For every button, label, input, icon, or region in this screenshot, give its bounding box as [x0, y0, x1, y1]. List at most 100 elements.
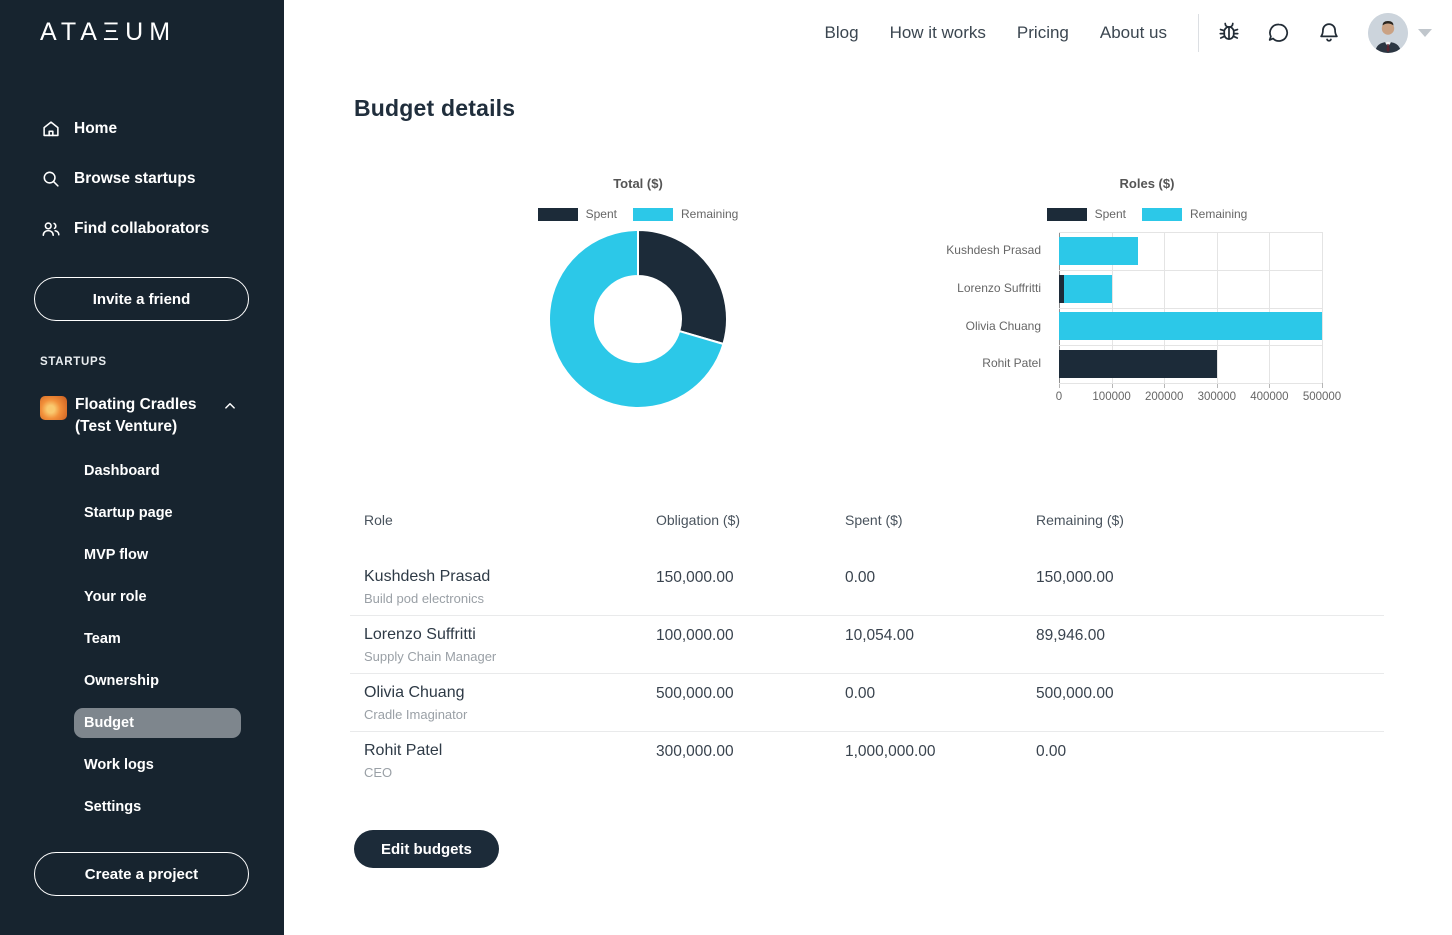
remaining-value: 500,000.00 [1036, 685, 1114, 702]
spent-swatch [1046, 207, 1087, 221]
spent-value: 0.00 [845, 569, 876, 586]
startup-logo [40, 396, 67, 420]
role-cell: Lorenzo Suffritti Supply Chain Manager [364, 625, 656, 664]
startups-section-label: STARTUPS [40, 356, 107, 368]
startup-name-line2: (Test Venture) [75, 418, 178, 435]
budget-table: Role Obligation ($) Spent ($) Remaining … [350, 502, 1384, 789]
sidebar-item-browse-startups[interactable]: Browse startups [0, 154, 284, 204]
total-chart-title: Total ($) [613, 176, 663, 191]
member-name: Olivia Chuang [364, 684, 465, 701]
roles-chart: Roles ($) Spent Remaining Kushdesh Prasa… [887, 165, 1407, 465]
bar-remaining [1059, 236, 1138, 265]
create-a-project-button[interactable]: Create a project [34, 852, 249, 896]
sidebar-item-home[interactable]: Home [0, 104, 284, 154]
remaining-value: 0.00 [1036, 743, 1067, 760]
category-label: Kushdesh Prasad [946, 243, 1041, 257]
spent-value: 1,000,000.00 [845, 743, 936, 760]
topbar: Blog How it works Pricing About us [284, 0, 1452, 66]
member-name: Rohit Patel [364, 742, 443, 759]
legend-label: Remaining [1189, 207, 1248, 221]
member-role: Supply Chain Manager [364, 649, 497, 664]
sidebar-item-mvp-flow[interactable]: MVP flow [74, 540, 241, 570]
user-avatar[interactable] [1368, 13, 1408, 53]
obligation-value: 150,000.00 [656, 569, 734, 586]
sidebar-item-label: Home [74, 120, 118, 137]
page-title: Budget details [354, 95, 516, 121]
bar-remaining [1059, 312, 1322, 341]
sidebar-item-find-collaborators[interactable]: Find collaborators [0, 204, 284, 254]
col-header-remaining: Remaining ($) [1036, 512, 1124, 528]
sidebar-item-work-logs[interactable]: Work logs [74, 750, 241, 780]
account-caret-down-icon[interactable] [1418, 29, 1432, 37]
obligation-value: 300,000.00 [656, 743, 734, 760]
legend-entry-remaining: Remaining [632, 207, 739, 221]
sidebar: ATAΞUM Home Browse startups Find collabo… [0, 0, 284, 935]
remaining-value: 89,946.00 [1036, 627, 1105, 644]
ataeum-logo[interactable]: ATAΞUM [40, 18, 176, 47]
gridline [1059, 307, 1322, 309]
chevron-up-icon[interactable] [221, 397, 239, 415]
tick-mark [1322, 383, 1323, 388]
table-row: Kushdesh Prasad Build pod electronics 15… [350, 558, 1384, 615]
nav-link-about-us[interactable]: About us [1100, 23, 1167, 43]
x-tick-label: 200000 [1145, 391, 1184, 403]
obligation-value: 500,000.00 [656, 685, 734, 702]
chat-icon[interactable] [1264, 18, 1294, 48]
startup-name-line1: Floating Cradles [75, 396, 197, 413]
edit-budgets-button[interactable]: Edit budgets [354, 830, 499, 868]
sidebar-item-label: Find collaborators [74, 220, 210, 237]
sidebar-item-team[interactable]: Team [74, 624, 241, 654]
sidebar-item-settings[interactable]: Settings [74, 792, 241, 822]
total-chart: Total ($) Spent Remaining [458, 165, 818, 465]
remaining-swatch [1141, 207, 1182, 221]
col-header-obligation: Obligation ($) [656, 512, 741, 528]
total-donut-chart [547, 228, 729, 410]
member-role: CEO [364, 765, 393, 780]
startup-group-toggle[interactable]: Floating Cradles (Test Venture) [40, 394, 260, 438]
total-chart-legend: Spent Remaining [458, 207, 818, 221]
member-role: Build pod electronics [364, 591, 484, 606]
nav-link-how-it-works[interactable]: How it works [890, 23, 986, 43]
sidebar-item-ownership[interactable]: Ownership [74, 666, 241, 696]
sidebar-item-your-role[interactable]: Your role [74, 582, 241, 612]
legend-entry-remaining: Remaining [1141, 207, 1248, 221]
bar-spent [1059, 350, 1217, 379]
bug-report-icon[interactable] [1214, 18, 1244, 48]
table-row: Olivia Chuang Cradle Imaginator 500,000.… [350, 673, 1384, 731]
member-name: Kushdesh Prasad [364, 568, 491, 585]
legend-label: Remaining [680, 207, 739, 221]
sidebar-item-budget[interactable]: Budget [74, 708, 241, 738]
notifications-bell-icon[interactable] [1314, 18, 1344, 48]
x-tick-label: 300000 [1197, 391, 1236, 403]
role-cell: Rohit Patel CEO [364, 741, 656, 780]
spent-swatch [537, 207, 578, 221]
obligation-value: 100,000.00 [656, 627, 734, 644]
remaining-value: 150,000.00 [1036, 569, 1114, 586]
bar-remaining [1064, 274, 1112, 303]
table-header-row: Role Obligation ($) Spent ($) Remaining … [350, 502, 1384, 538]
x-tick-label: 400000 [1250, 391, 1289, 403]
gridline [1059, 269, 1322, 271]
role-cell: Kushdesh Prasad Build pod electronics [364, 567, 656, 606]
legend-entry-spent: Spent [537, 207, 617, 221]
remaining-swatch [632, 207, 673, 221]
nav-link-blog[interactable]: Blog [825, 23, 859, 43]
users-icon [40, 218, 62, 240]
roles-chart-x-axis: 0 100000 200000 300000 400000 500000 [1056, 391, 1341, 407]
member-name: Lorenzo Suffritti [364, 626, 476, 643]
roles-chart-legend: Spent Remaining [887, 207, 1407, 221]
roles-chart-title: Roles ($) [1119, 176, 1175, 191]
legend-label: Spent [1094, 207, 1126, 221]
sidebar-item-startup-page[interactable]: Startup page [74, 498, 241, 528]
x-tick-label: 100000 [1092, 391, 1131, 403]
nav-link-pricing[interactable]: Pricing [1017, 23, 1069, 43]
table-row: Rohit Patel CEO 300,000.00 1,000,000.00 … [350, 731, 1384, 789]
role-cell: Olivia Chuang Cradle Imaginator [364, 683, 656, 722]
category-label: Lorenzo Suffritti [957, 280, 1041, 295]
invite-a-friend-button[interactable]: Invite a friend [34, 277, 249, 321]
spent-value: 0.00 [845, 685, 876, 702]
sidebar-item-dashboard[interactable]: Dashboard [74, 456, 241, 486]
gridline [1059, 232, 1322, 233]
roles-bar-chart-plot [1059, 232, 1323, 388]
sidebar-nav: Home Browse startups Find collaborators [0, 104, 284, 254]
